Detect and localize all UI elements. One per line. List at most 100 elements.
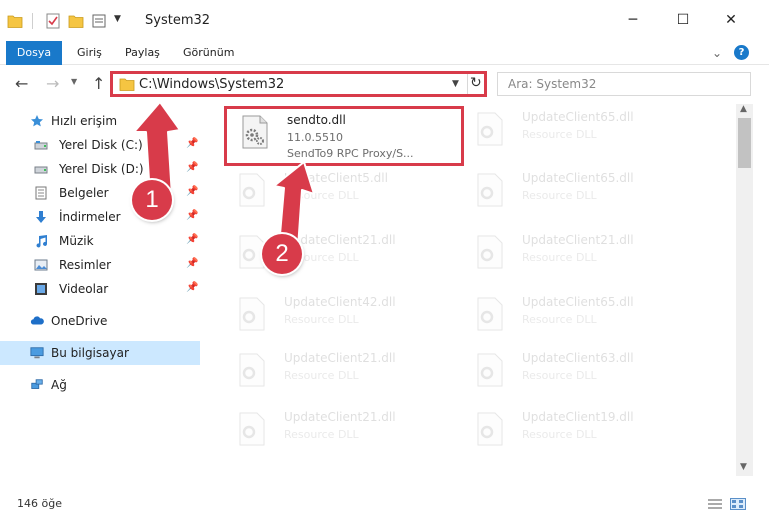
nav-item-local-disk-c[interactable]: Yerel Disk (C:) 📌 <box>0 133 200 157</box>
file-item[interactable]: UpdateClient65.dll Resource DLL <box>462 167 702 227</box>
pin-icon[interactable]: 📌 <box>186 282 198 293</box>
dll-file-icon <box>477 353 503 387</box>
close-button[interactable]: ✕ <box>716 8 746 32</box>
navigation-pane: Hızlı erişim Yerel Disk (C:) 📌 Yerel Dis… <box>0 104 200 476</box>
dll-file-icon <box>477 173 503 207</box>
dll-file-icon <box>477 235 503 269</box>
forward-arrow-icon[interactable]: → <box>46 74 59 93</box>
file-type: Resource DLL <box>284 189 359 202</box>
quick-access-dropdown-icon[interactable]: ▼ <box>114 14 121 24</box>
scroll-thumb[interactable] <box>738 118 751 168</box>
tab-file[interactable]: Dosya <box>6 41 62 65</box>
step-badge-1: 1 <box>132 180 172 220</box>
file-name: UpdateClient65.dll <box>522 110 634 124</box>
minimize-button[interactable]: ─ <box>618 8 648 32</box>
pin-icon[interactable]: 📌 <box>186 258 198 269</box>
help-button[interactable]: ? <box>734 45 749 60</box>
nav-label: Müzik <box>59 234 94 248</box>
nav-label: Resimler <box>59 258 112 272</box>
nav-label: Bu bilgisayar <box>51 346 129 360</box>
cloud-icon <box>30 316 44 325</box>
pin-icon[interactable]: 📌 <box>186 138 198 149</box>
star-icon <box>31 115 43 127</box>
search-placeholder[interactable]: Ara: System32 <box>508 77 596 91</box>
dll-file-icon <box>242 115 268 149</box>
title-bar: ▼ System32 ─ ☐ ✕ <box>0 0 769 40</box>
recent-locations-chevron-icon[interactable]: ▼ <box>71 77 77 86</box>
tab-view[interactable]: Görünüm <box>183 41 234 65</box>
file-item[interactable]: UpdateClient21.dll Resource DLL <box>224 347 464 407</box>
file-name: UpdateClient21.dll <box>284 351 396 365</box>
file-item[interactable]: UpdateClient21.dll Resource DLL <box>224 406 464 466</box>
pin-icon[interactable]: 📌 <box>186 234 198 245</box>
nav-item-local-disk-d[interactable]: Yerel Disk (D:) 📌 <box>0 157 200 181</box>
refresh-icon[interactable]: ↻ <box>470 75 482 91</box>
dll-file-icon <box>239 173 265 207</box>
nav-label: Hızlı erişim <box>51 114 118 128</box>
nav-label: OneDrive <box>51 314 108 328</box>
nav-item-onedrive[interactable]: OneDrive <box>0 309 200 333</box>
file-name: UpdateClient65.dll <box>522 295 634 309</box>
nav-label: Yerel Disk (D:) <box>59 162 144 176</box>
computer-icon <box>30 347 44 359</box>
file-item[interactable]: UpdateClient63.dll Resource DLL <box>462 347 702 407</box>
vertical-scrollbar[interactable]: ▲ ▼ <box>736 104 753 476</box>
nav-item-quick-access[interactable]: Hızlı erişim <box>0 109 200 133</box>
file-item[interactable]: UpdateClient42.dll Resource DLL <box>224 291 464 351</box>
pin-icon[interactable]: 📌 <box>186 210 198 221</box>
nav-label: Ağ <box>51 378 67 392</box>
file-item[interactable]: UpdateClient21.dll Resource DLL <box>462 229 702 289</box>
nav-item-pictures[interactable]: Resimler 📌 <box>0 253 200 277</box>
expand-ribbon-chevron-icon[interactable]: ⌄ <box>712 46 722 60</box>
file-name: UpdateClient42.dll <box>284 295 396 309</box>
scroll-up-icon[interactable]: ▲ <box>740 104 747 114</box>
dll-file-icon <box>477 112 503 146</box>
folder-icon[interactable] <box>7 13 23 29</box>
quick-access-properties-icon[interactable] <box>92 13 106 29</box>
tab-share[interactable]: Paylaş <box>125 41 160 65</box>
file-list: sendto.dll 11.0.5510 SendTo9 RPC Proxy/S… <box>214 104 736 476</box>
file-item[interactable]: UpdateClient65.dll Resource DLL <box>462 106 702 166</box>
maximize-button[interactable]: ☐ <box>668 8 698 32</box>
file-name: UpdateClient21.dll <box>284 233 396 247</box>
file-type: Resource DLL <box>522 428 597 441</box>
details-view-icon[interactable] <box>707 498 723 510</box>
nav-label: Videolar <box>59 282 109 296</box>
address-bar[interactable]: C:\Windows\System32 ▼ ↻ <box>110 71 487 97</box>
new-folder-icon[interactable] <box>68 13 84 29</box>
nav-item-network[interactable]: Ağ <box>0 373 200 397</box>
file-type: Resource DLL <box>522 251 597 264</box>
up-arrow-icon[interactable]: ↑ <box>92 74 105 93</box>
drive-icon <box>34 166 48 174</box>
explorer-window: ▼ System32 ─ ☐ ✕ Dosya Giriş Paylaş Görü… <box>0 0 769 527</box>
nav-label: İndirmeler <box>59 210 121 224</box>
pin-icon[interactable]: 📌 <box>186 162 198 173</box>
file-item-sendto-dll[interactable]: sendto.dll 11.0.5510 SendTo9 RPC Proxy/S… <box>224 106 464 166</box>
nav-item-videos[interactable]: Videolar 📌 <box>0 277 200 301</box>
properties-check-icon[interactable] <box>46 13 60 29</box>
file-item[interactable]: UpdateClient19.dll Resource DLL <box>462 406 702 466</box>
nav-item-music[interactable]: Müzik 📌 <box>0 229 200 253</box>
nav-label: Yerel Disk (C:) <box>59 138 143 152</box>
search-box[interactable]: Ara: System32 <box>497 72 751 96</box>
address-path[interactable]: C:\Windows\System32 <box>139 77 284 92</box>
network-icon <box>31 379 43 389</box>
file-item[interactable]: UpdateClient5.dll Resource DLL <box>224 167 464 227</box>
address-folder-icon <box>119 78 135 91</box>
music-icon <box>36 235 47 248</box>
pin-icon[interactable]: 📌 <box>186 186 198 197</box>
address-dropdown-icon[interactable]: ▼ <box>452 79 459 89</box>
file-item[interactable]: UpdateClient65.dll Resource DLL <box>462 291 702 351</box>
nav-label: Belgeler <box>59 186 109 200</box>
tab-home[interactable]: Giriş <box>77 41 102 65</box>
file-type: Resource DLL <box>284 313 359 326</box>
toolbar-divider <box>32 13 33 29</box>
file-type: Resource DLL <box>522 189 597 202</box>
dll-file-icon <box>477 297 503 331</box>
file-type: Resource DLL <box>522 313 597 326</box>
back-arrow-icon[interactable]: ← <box>15 74 28 93</box>
nav-item-this-pc[interactable]: Bu bilgisayar <box>0 341 200 365</box>
scroll-down-icon[interactable]: ▼ <box>740 462 747 472</box>
file-item[interactable]: UpdateClient21.dll Resource DLL <box>224 229 464 289</box>
tiles-view-icon[interactable] <box>730 498 746 510</box>
